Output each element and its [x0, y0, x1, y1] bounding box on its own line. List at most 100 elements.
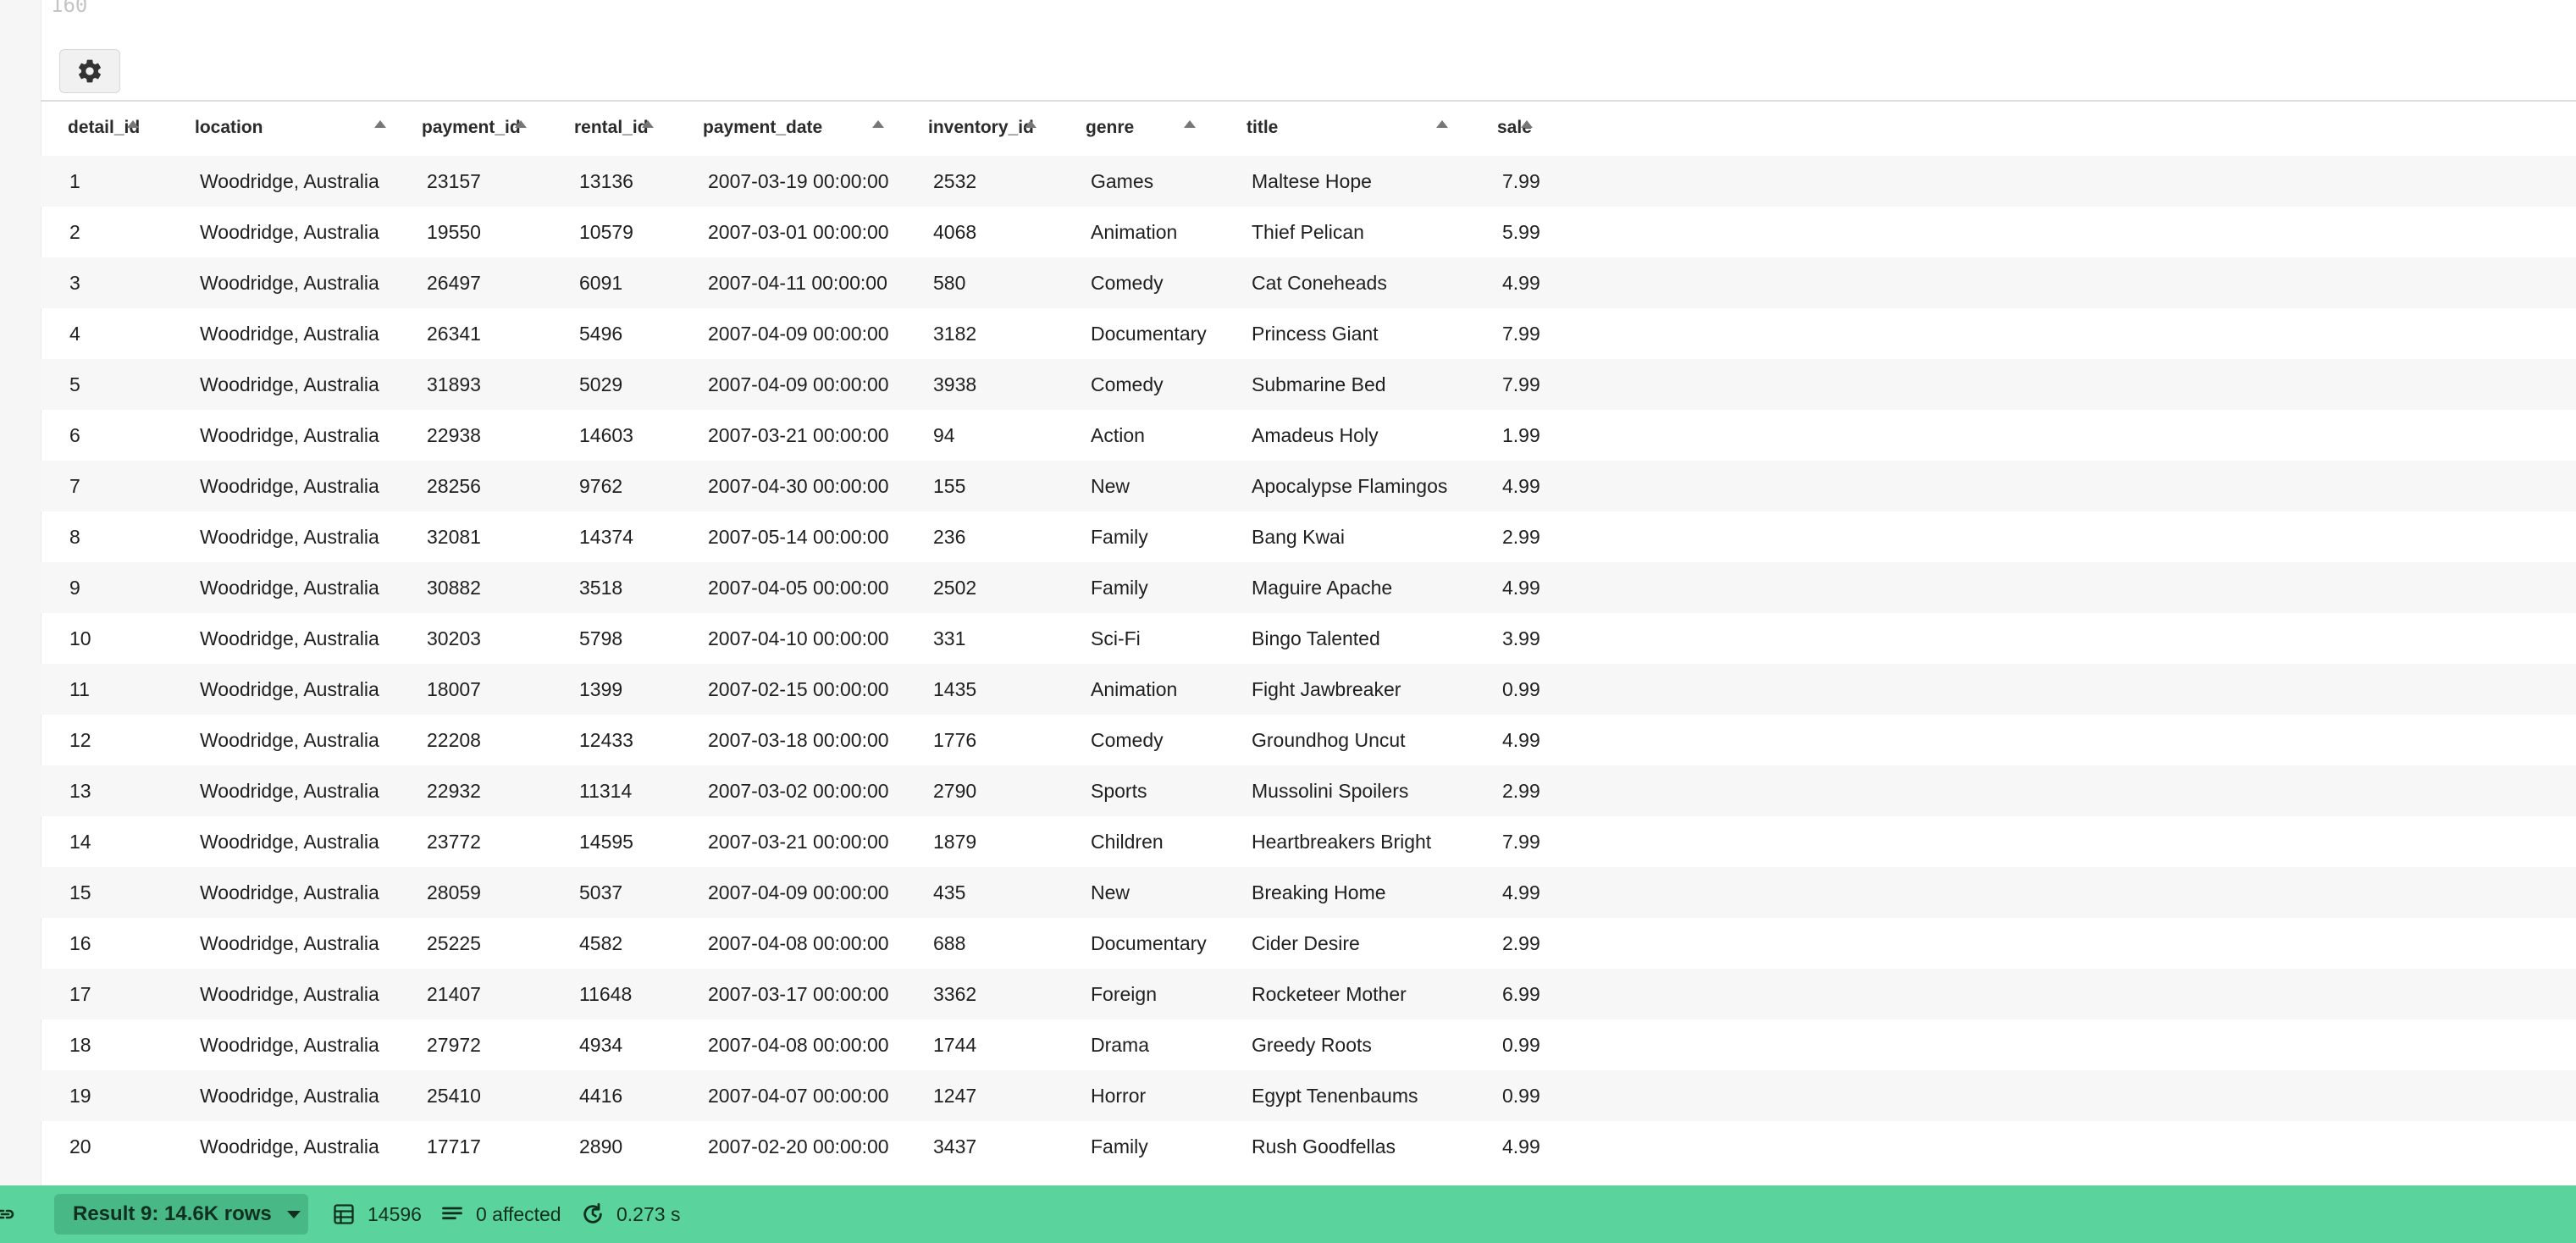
table-cell-detail-id[interactable]: 20 [41, 1121, 168, 1172]
sort-asc-icon[interactable] [1521, 120, 1533, 128]
column-header-payment-id[interactable]: payment_id [395, 100, 547, 156]
table-cell-rental-id[interactable]: 5496 [547, 308, 676, 359]
table-cell-detail-id[interactable]: 1 [41, 156, 168, 207]
table-cell-inventory-id[interactable]: 94 [901, 410, 1059, 461]
table-cell-payment-id[interactable]: 26497 [395, 257, 547, 308]
table-cell-payment-id[interactable]: 25410 [395, 1070, 547, 1121]
table-cell-payment-id[interactable]: 17717 [395, 1121, 547, 1172]
table-cell-title[interactable]: Fight Jawbreaker [1219, 664, 1470, 715]
table-cell-payment-date[interactable]: 2007-04-10 00:00:00 [676, 613, 901, 664]
table-cell-genre[interactable]: Comedy [1059, 257, 1219, 308]
table-cell-payment-date[interactable]: 2007-04-07 00:00:00 [676, 1070, 901, 1121]
table-cell-location[interactable]: Woodridge, Australia [168, 969, 395, 1019]
table-row[interactable]: 17 Woodridge, Australia 21407 11648 2007-03-… [41, 969, 1565, 1019]
table-cell-sale[interactable]: 7.99 [1470, 816, 1565, 867]
table-row[interactable]: 4 Woodridge, Australia 26341 5496 2007-04-09… [41, 308, 1565, 359]
table-cell-inventory-id[interactable]: 2502 [901, 562, 1059, 613]
table-row[interactable]: 9 Woodridge, Australia 30882 3518 2007-04-05… [41, 562, 1565, 613]
table-cell-payment-date[interactable]: 2007-03-19 00:00:00 [676, 156, 901, 207]
table-cell-title[interactable]: Heartbreakers Bright [1219, 816, 1470, 867]
table-cell-sale[interactable]: 0.99 [1470, 1019, 1565, 1070]
table-cell-detail-id[interactable]: 16 [41, 918, 168, 969]
table-cell-rental-id[interactable]: 5798 [547, 613, 676, 664]
table-cell-sale[interactable]: 2.99 [1470, 918, 1565, 969]
table-cell-title[interactable]: Princess Giant [1219, 308, 1470, 359]
table-cell-payment-id[interactable]: 32081 [395, 511, 547, 562]
table-cell-rental-id[interactable]: 6091 [547, 257, 676, 308]
table-cell-inventory-id[interactable]: 3938 [901, 359, 1059, 410]
table-cell-payment-date[interactable]: 2007-05-14 00:00:00 [676, 511, 901, 562]
sort-asc-icon[interactable] [1436, 120, 1448, 128]
table-cell-payment-date[interactable]: 2007-02-15 00:00:00 [676, 664, 901, 715]
table-cell-payment-id[interactable]: 23772 [395, 816, 547, 867]
table-cell-sale[interactable]: 7.99 [1470, 156, 1565, 207]
table-cell-location[interactable]: Woodridge, Australia [168, 359, 395, 410]
table-cell-payment-date[interactable]: 2007-04-11 00:00:00 [676, 257, 901, 308]
table-cell-inventory-id[interactable]: 331 [901, 613, 1059, 664]
table-cell-location[interactable]: Woodridge, Australia [168, 257, 395, 308]
table-cell-location[interactable]: Woodridge, Australia [168, 562, 395, 613]
table-cell-inventory-id[interactable]: 236 [901, 511, 1059, 562]
column-header-inventory-id[interactable]: inventory_id [901, 100, 1059, 156]
table-row[interactable]: 2 Woodridge, Australia 19550 10579 2007-03-0… [41, 207, 1565, 257]
table-row[interactable]: 12 Woodridge, Australia 22208 12433 2007-03-… [41, 715, 1565, 765]
table-cell-rental-id[interactable]: 2890 [547, 1121, 676, 1172]
table-cell-payment-id[interactable]: 22932 [395, 765, 547, 816]
table-cell-payment-id[interactable]: 19550 [395, 207, 547, 257]
table-cell-title[interactable]: Bang Kwai [1219, 511, 1470, 562]
column-header-location[interactable]: location [168, 100, 395, 156]
table-cell-payment-id[interactable]: 22208 [395, 715, 547, 765]
table-cell-sale[interactable]: 4.99 [1470, 562, 1565, 613]
table-cell-sale[interactable]: 4.99 [1470, 257, 1565, 308]
table-cell-title[interactable]: Amadeus Holy [1219, 410, 1470, 461]
table-cell-detail-id[interactable]: 13 [41, 765, 168, 816]
table-cell-detail-id[interactable]: 7 [41, 461, 168, 511]
table-cell-detail-id[interactable]: 9 [41, 562, 168, 613]
table-cell-payment-id[interactable]: 26341 [395, 308, 547, 359]
table-cell-title[interactable]: Greedy Roots [1219, 1019, 1470, 1070]
table-cell-detail-id[interactable]: 19 [41, 1070, 168, 1121]
table-cell-inventory-id[interactable]: 2790 [901, 765, 1059, 816]
table-cell-payment-id[interactable]: 31893 [395, 359, 547, 410]
table-cell-rental-id[interactable]: 14595 [547, 816, 676, 867]
table-cell-payment-date[interactable]: 2007-03-18 00:00:00 [676, 715, 901, 765]
table-row[interactable]: 16 Woodridge, Australia 25225 4582 2007-04-0… [41, 918, 1565, 969]
table-row[interactable]: 18 Woodridge, Australia 27972 4934 2007-04-0… [41, 1019, 1565, 1070]
table-cell-inventory-id[interactable]: 1435 [901, 664, 1059, 715]
table-cell-payment-id[interactable]: 30882 [395, 562, 547, 613]
table-cell-genre[interactable]: Family [1059, 1121, 1219, 1172]
table-cell-title[interactable]: Rush Goodfellas [1219, 1121, 1470, 1172]
table-cell-inventory-id[interactable]: 1744 [901, 1019, 1059, 1070]
table-cell-title[interactable]: Bingo Talented [1219, 613, 1470, 664]
table-cell-sale[interactable]: 5.99 [1470, 207, 1565, 257]
table-cell-sale[interactable]: 4.99 [1470, 867, 1565, 918]
table-cell-location[interactable]: Woodridge, Australia [168, 1070, 395, 1121]
table-cell-sale[interactable]: 6.99 [1470, 969, 1565, 1019]
table-cell-inventory-id[interactable]: 580 [901, 257, 1059, 308]
table-cell-detail-id[interactable]: 14 [41, 816, 168, 867]
table-cell-detail-id[interactable]: 18 [41, 1019, 168, 1070]
table-cell-sale[interactable]: 7.99 [1470, 359, 1565, 410]
table-cell-rental-id[interactable]: 12433 [547, 715, 676, 765]
table-cell-location[interactable]: Woodridge, Australia [168, 613, 395, 664]
table-cell-genre[interactable]: Action [1059, 410, 1219, 461]
table-cell-rental-id[interactable]: 13136 [547, 156, 676, 207]
table-cell-location[interactable]: Woodridge, Australia [168, 1121, 395, 1172]
table-cell-payment-id[interactable]: 28059 [395, 867, 547, 918]
table-cell-detail-id[interactable]: 5 [41, 359, 168, 410]
table-cell-payment-date[interactable]: 2007-04-08 00:00:00 [676, 1019, 901, 1070]
table-cell-genre[interactable]: Sports [1059, 765, 1219, 816]
table-cell-inventory-id[interactable]: 1879 [901, 816, 1059, 867]
table-cell-rental-id[interactable]: 4582 [547, 918, 676, 969]
table-cell-payment-date[interactable]: 2007-04-08 00:00:00 [676, 918, 901, 969]
sort-asc-icon[interactable] [872, 120, 884, 128]
table-cell-payment-id[interactable]: 28256 [395, 461, 547, 511]
table-cell-location[interactable]: Woodridge, Australia [168, 816, 395, 867]
table-cell-title[interactable]: Submarine Bed [1219, 359, 1470, 410]
table-cell-genre[interactable]: Comedy [1059, 359, 1219, 410]
table-cell-payment-id[interactable]: 30203 [395, 613, 547, 664]
table-cell-inventory-id[interactable]: 4068 [901, 207, 1059, 257]
table-cell-genre[interactable]: Horror [1059, 1070, 1219, 1121]
table-cell-detail-id[interactable]: 6 [41, 410, 168, 461]
table-cell-detail-id[interactable]: 17 [41, 969, 168, 1019]
